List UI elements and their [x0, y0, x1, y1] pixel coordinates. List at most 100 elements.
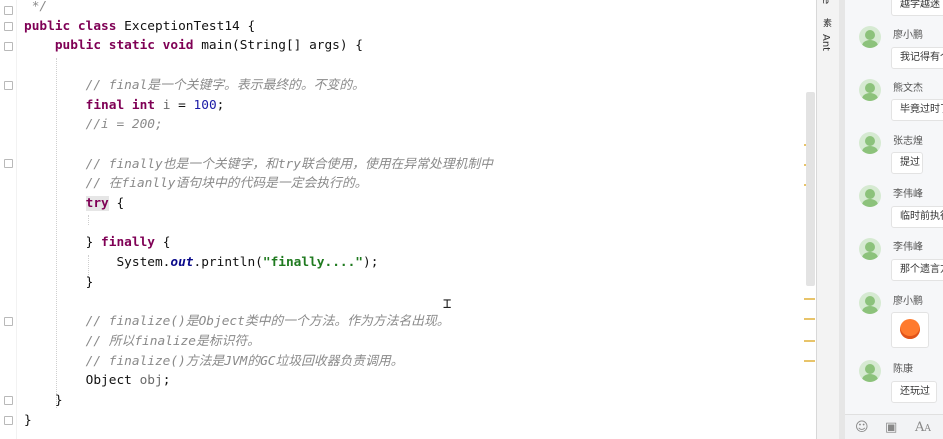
code-line[interactable]: } finally { [24, 233, 171, 253]
side-tab-label[interactable]: 素 [820, 18, 833, 27]
ruler-marker[interactable] [804, 298, 815, 300]
editor-gutter [0, 0, 17, 439]
code-token: "finally...." [262, 255, 364, 271]
code-line[interactable]: // finalize()是Object类中的一个方法。作为方法名出现。 [24, 312, 450, 332]
chat-sender-name: 廖小鹏 [893, 30, 923, 41]
fold-toggle[interactable] [4, 42, 13, 51]
code-token: ; [216, 97, 225, 113]
code-line[interactable]: } [24, 391, 63, 411]
code-line[interactable]: //i = 200; [24, 115, 163, 135]
editor-scrollbar-thumb[interactable] [806, 92, 815, 286]
chat-sender-name: 李伟峰 [893, 242, 923, 253]
fold-toggle[interactable] [4, 6, 13, 15]
side-tab-label[interactable]: e [820, 0, 831, 4]
fold-toggle[interactable] [4, 416, 13, 425]
chat-sender-name: 张志煌 [893, 136, 923, 147]
code-token: // 在fianlly语句块中的代码是一定会执行的。 [24, 176, 368, 192]
chat-bubble: 提过 [891, 152, 923, 174]
code-token: try [85, 196, 109, 211]
chat-bubble: 还玩过 [891, 381, 937, 403]
text-cursor-icon: ⌶ [443, 296, 452, 312]
avatar[interactable] [859, 360, 881, 382]
code-line[interactable]: try { [24, 194, 124, 214]
chat-sender-name: 熊文杰 [893, 83, 923, 94]
code-token: // final是一个关键字。表示最终的。不变的。 [24, 77, 365, 93]
code-line[interactable]: // final是一个关键字。表示最终的。不变的。 [24, 76, 365, 96]
fold-toggle[interactable] [4, 396, 13, 405]
chat-sticker-bubble [891, 312, 929, 348]
angry-face-icon [900, 319, 920, 339]
ant-view-tab[interactable]: Ant [820, 34, 831, 51]
avatar[interactable] [859, 26, 881, 48]
avatar[interactable] [859, 185, 881, 207]
code-token: main(String[] args) { [201, 38, 363, 54]
code-token: 100 [193, 97, 217, 113]
avatar[interactable] [859, 292, 881, 314]
chat-toolbar: ☺ ▣ AA [845, 414, 943, 439]
avatar[interactable] [859, 238, 881, 260]
code-token: .println( [193, 255, 263, 271]
code-token: { [108, 196, 125, 211]
code-token: final int [24, 97, 163, 113]
side-view-strip: e 素 Ant [816, 0, 840, 439]
code-token: } [24, 274, 94, 290]
code-token: } [24, 235, 102, 251]
code-line[interactable]: public static void main(String[] args) { [24, 36, 363, 56]
ruler-marker[interactable] [804, 340, 815, 342]
chat-bubble: 越学越迷 [891, 0, 943, 16]
code-line[interactable]: } [24, 273, 94, 293]
code-line[interactable]: System.out.println("finally...."); [24, 253, 378, 273]
image-icon[interactable]: ▣ [885, 420, 897, 435]
code-line[interactable]: */ [24, 0, 47, 17]
code-token: obj [139, 373, 163, 389]
chat-sender-name: 李伟峰 [893, 189, 923, 200]
code-token: out [170, 255, 194, 271]
avatar[interactable] [859, 132, 881, 154]
font-icon[interactable]: AA [915, 420, 931, 435]
code-token: // finalize()是Object类中的一个方法。作为方法名出现。 [24, 314, 450, 330]
code-token: System. [24, 255, 171, 271]
code-token: public class [24, 18, 125, 34]
code-token: Object [24, 373, 140, 389]
fold-toggle[interactable] [4, 159, 13, 168]
code-token: ; [162, 373, 171, 389]
chat-sender-name: 陈康 [893, 364, 913, 375]
fold-toggle[interactable] [4, 22, 13, 31]
code-token: finally [101, 235, 155, 251]
code-token: // finalize()方法是JVM的GC垃圾回收器负责调用。 [24, 353, 404, 369]
code-token: //i = 200; [24, 117, 163, 133]
code-line[interactable]: public class ExceptionTest14 { [24, 17, 255, 37]
fold-toggle[interactable] [4, 317, 13, 326]
code-token: ); [363, 255, 379, 271]
ruler-marker[interactable] [804, 318, 815, 320]
code-token: { [154, 235, 171, 251]
code-editor[interactable]: */ public class ExceptionTest14 { public … [0, 0, 820, 439]
code-token: // 所以finalize是标识符。 [24, 333, 260, 349]
code-token: ExceptionTest14 { [124, 18, 256, 34]
smile-icon[interactable]: ☺ [855, 420, 869, 435]
code-line[interactable]: // 在fianlly语句块中的代码是一定会执行的。 [24, 174, 368, 194]
code-token: } [24, 393, 63, 408]
code-line[interactable]: } [24, 411, 32, 431]
code-line[interactable]: // 所以finalize是标识符。 [24, 332, 260, 352]
code-line[interactable]: // finally也是一个关键字，和try联合使用，使用在异常处理机制中 [24, 155, 493, 175]
code-token: = [170, 97, 194, 113]
chat-bubble: 临时前执行 [891, 206, 943, 228]
code-token: // finally也是一个关键字，和try联合使用，使用在异常处理机制中 [24, 156, 493, 172]
chat-bubble: 我记得有个 [891, 47, 943, 69]
code-line[interactable]: // finalize()方法是JVM的GC垃圾回收器负责调用。 [24, 352, 404, 372]
chat-sender-name: 廖小鹏 [893, 296, 923, 307]
code-token: } [24, 412, 32, 428]
chat-bubble: 毕竟过时了 [891, 99, 943, 121]
code-line[interactable]: final int i = 100; [24, 96, 225, 116]
code-token: public static void [24, 38, 202, 54]
avatar[interactable] [859, 79, 881, 101]
ruler-marker[interactable] [804, 360, 815, 362]
fold-toggle[interactable] [4, 81, 13, 90]
indent-guide [88, 215, 89, 225]
chat-panel: 越学越迷 廖小鹏 我记得有个 熊文杰 毕竟过时了 张志煌 提过 李伟峰 临时前执… [845, 0, 943, 439]
code-line[interactable]: Object obj; [24, 371, 171, 391]
code-token: */ [24, 0, 48, 14]
chat-bubble: 那个遗言方 [891, 259, 943, 281]
